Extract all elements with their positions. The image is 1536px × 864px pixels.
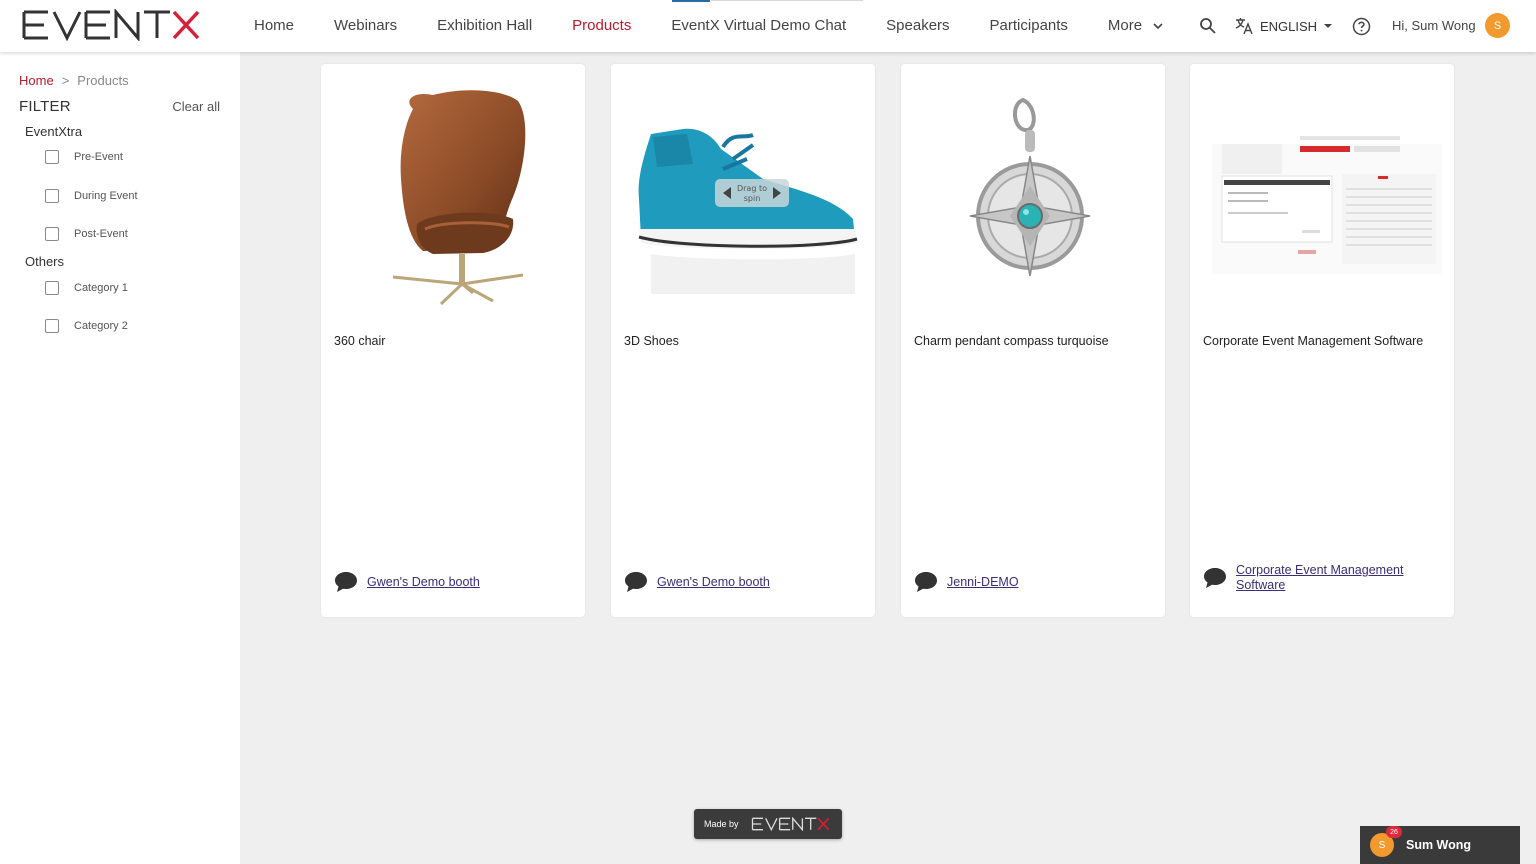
nav-item-speakers[interactable]: Speakers xyxy=(866,0,969,52)
nav-item-virtual-demo-chat[interactable]: EventX Virtual Demo Chat xyxy=(651,0,866,52)
chat-bubble-icon xyxy=(1204,568,1226,588)
made-by-label: Made by xyxy=(704,819,739,829)
breadcrumb-current: Products xyxy=(77,73,129,88)
language-label: ENGLISH xyxy=(1260,18,1318,34)
language-selector[interactable]: ENGLISH xyxy=(1234,14,1333,38)
shoe-overlay-line2: spin xyxy=(744,194,761,203)
filter-option-label: Category 1 xyxy=(74,282,128,294)
product-card[interactable]: 360 chair Gwen's Demo booth xyxy=(321,64,585,617)
chat-bubble-icon xyxy=(335,572,357,592)
filter-option-label: During Event xyxy=(74,190,138,202)
caret-down-icon xyxy=(1324,24,1333,28)
product-card[interactable]: Drag to spin 3D Shoes Gwen's Demo booth xyxy=(611,64,875,617)
filter-option-pre-event[interactable]: Pre-Event xyxy=(45,150,123,164)
unread-badge: 26 xyxy=(1386,826,1402,838)
pendant-image xyxy=(969,97,1091,277)
chat-user-name: Sum Wong xyxy=(1406,838,1472,852)
help-button[interactable] xyxy=(1351,16,1371,36)
filter-option-category-2[interactable]: Category 2 xyxy=(45,319,128,333)
booth-link[interactable]: Gwen's Demo booth xyxy=(367,575,480,590)
eventx-footer-logo xyxy=(751,817,829,831)
filter-option-category-1[interactable]: Category 1 xyxy=(45,281,128,295)
booth-link[interactable]: Gwen's Demo booth xyxy=(657,575,770,590)
nav-item-products[interactable]: Products xyxy=(552,0,651,52)
product-image-shoe[interactable]: Drag to spin xyxy=(611,64,875,324)
chat-avatar-initial: S xyxy=(1378,839,1386,851)
product-title[interactable]: Charm pendant compass turquoise xyxy=(914,334,1154,348)
breadcrumb-home[interactable]: Home xyxy=(19,73,54,88)
help-icon xyxy=(1352,17,1370,35)
more-label: More xyxy=(1107,17,1143,34)
eventx-logo[interactable] xyxy=(22,9,202,41)
search-icon xyxy=(1200,18,1216,34)
booth-link-row[interactable]: Jenni-DEMO xyxy=(914,571,1019,593)
product-card[interactable]: Charm pendant compass turquoise Jenni-DE… xyxy=(901,64,1165,617)
chat-avatar[interactable]: S 26 xyxy=(1370,826,1402,857)
product-card[interactable]: Corporate Event Management Software Corp… xyxy=(1190,64,1454,617)
product-title[interactable]: 3D Shoes xyxy=(624,334,864,348)
checkbox[interactable] xyxy=(45,281,59,295)
breadcrumb-separator: > xyxy=(61,73,70,88)
search-button[interactable] xyxy=(1198,16,1218,36)
filter-option-post-event[interactable]: Post-Event xyxy=(45,227,128,241)
software-screenshot-image xyxy=(1212,136,1442,274)
user-avatar[interactable]: S xyxy=(1485,13,1510,38)
booth-link-row[interactable]: Gwen's Demo booth xyxy=(624,571,770,593)
checkbox[interactable] xyxy=(45,319,59,333)
filter-option-label: Pre-Event xyxy=(74,151,123,163)
user-greeting[interactable]: Hi, Sum Wong xyxy=(1392,18,1476,33)
chat-bar[interactable]: S 26 Sum Wong xyxy=(1360,826,1520,864)
filter-option-label: Post-Event xyxy=(74,228,128,240)
booth-link-row[interactable]: Gwen's Demo booth xyxy=(334,571,480,593)
made-by-badge[interactable]: Made by xyxy=(694,809,842,839)
clear-all-button[interactable]: Clear all xyxy=(172,99,220,114)
nav-item-participants[interactable]: Participants xyxy=(970,0,1088,52)
shoe-image: Drag to spin xyxy=(638,128,858,294)
booth-link[interactable]: Corporate Event Management Software xyxy=(1236,563,1426,593)
chat-bubble-icon xyxy=(625,572,647,592)
filter-option-label: Category 2 xyxy=(74,320,128,332)
chair-image xyxy=(392,90,526,306)
translate-icon xyxy=(1235,18,1253,35)
nav-item-home[interactable]: Home xyxy=(234,0,314,52)
filter-group-others: Others xyxy=(25,254,65,269)
top-header: Home Webinars Exhibition Hall Products E… xyxy=(0,0,1536,52)
product-image-pendant[interactable] xyxy=(901,64,1165,324)
nav-item-exhibition-hall[interactable]: Exhibition Hall xyxy=(417,0,552,52)
booth-link[interactable]: Jenni-DEMO xyxy=(947,575,1019,590)
checkbox[interactable] xyxy=(45,227,59,241)
nav-item-webinars[interactable]: Webinars xyxy=(314,0,417,52)
nav-item-more[interactable]: More xyxy=(1088,0,1184,52)
checkbox[interactable] xyxy=(45,150,59,164)
booth-link-row[interactable]: Corporate Event Management Software xyxy=(1203,563,1426,593)
chat-bubble-icon xyxy=(915,572,937,592)
filter-group-eventxtra: EventXtra xyxy=(25,124,83,139)
product-title[interactable]: Corporate Event Management Software xyxy=(1203,334,1443,348)
filter-sidebar: Home > Products FILTER Clear all EventXt… xyxy=(0,52,240,864)
chevron-down-icon xyxy=(1153,23,1163,30)
breadcrumb: Home > Products xyxy=(19,73,129,88)
main-nav: Home Webinars Exhibition Hall Products E… xyxy=(234,0,1184,52)
product-image-chair[interactable] xyxy=(321,64,585,324)
shoe-overlay-line1: Drag to xyxy=(737,184,767,193)
product-title[interactable]: 360 chair xyxy=(334,334,574,348)
checkbox[interactable] xyxy=(45,189,59,203)
product-image-software[interactable] xyxy=(1190,64,1454,324)
filter-option-during-event[interactable]: During Event xyxy=(45,189,138,203)
filter-title: FILTER xyxy=(19,98,71,115)
